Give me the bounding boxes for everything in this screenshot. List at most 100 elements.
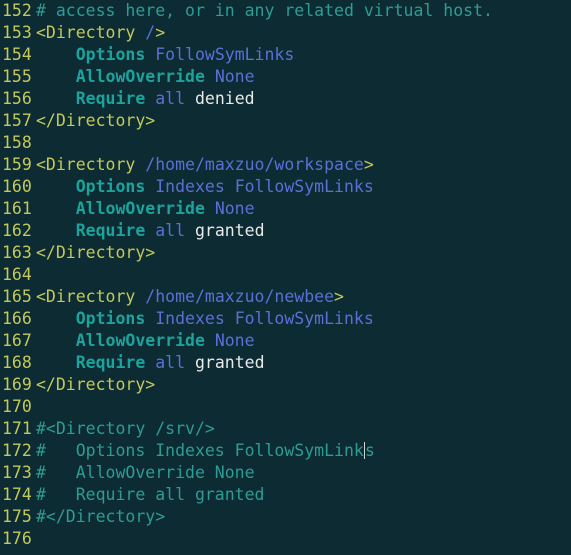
code-line[interactable]: 174 # Require all granted [0, 484, 571, 506]
line-number: 159 [2, 155, 32, 174]
code-token-directive: Options [36, 309, 156, 328]
code-line-content: <Directory /home/maxzuo/workspace> [36, 155, 374, 174]
line-number: 160 [2, 177, 32, 196]
code-line-content: # AllowOverride None [36, 463, 255, 482]
code-token-value: None [214, 331, 255, 350]
code-token-value: Indexes FollowSymLinks [155, 177, 374, 196]
code-line[interactable]: 166 Options Indexes FollowSymLinks [0, 308, 571, 330]
code-line[interactable]: 153 <Directory /> [0, 22, 571, 44]
code-token-directive: Require [36, 89, 156, 108]
code-line[interactable]: 165 <Directory /home/maxzuo/newbee> [0, 286, 571, 308]
code-line-content: AllowOverride None [36, 199, 255, 218]
code-line-content: # Require all granted [36, 485, 264, 504]
code-line-content: <Directory /> [36, 23, 165, 42]
line-number: 155 [2, 67, 32, 86]
line-number: 165 [2, 287, 32, 306]
line-number: 154 [2, 45, 32, 64]
code-line[interactable]: 176 [0, 528, 571, 550]
code-line[interactable]: 162 Require all granted [0, 220, 571, 242]
code-line[interactable]: 168 Require all granted [0, 352, 571, 374]
code-token-comment: #</Directory> [36, 507, 166, 526]
code-line[interactable]: 173 # AllowOverride None [0, 462, 571, 484]
line-number: 162 [2, 221, 32, 240]
code-line-content: # access here, or in any related virtual… [36, 1, 493, 20]
code-token-tag: <Directory [36, 155, 146, 174]
code-token-comment: #<Directory /srv/> [36, 419, 215, 438]
code-line-content: Options FollowSymLinks [36, 45, 295, 64]
line-number: 168 [2, 353, 32, 372]
code-token-path: /home/maxzuo/workspace [145, 155, 364, 174]
line-number: 174 [2, 485, 32, 504]
code-line-content: </Directory> [36, 111, 155, 130]
code-token-value: None [214, 67, 255, 86]
code-line[interactable]: 169 </Directory> [0, 374, 571, 396]
code-token-tag: </Directory> [36, 243, 156, 262]
code-line[interactable]: 157 </Directory> [0, 110, 571, 132]
code-token-value: all [155, 221, 195, 240]
code-line[interactable]: 164 [0, 264, 571, 286]
code-line[interactable]: 163 </Directory> [0, 242, 571, 264]
code-line-content: Require all denied [36, 89, 255, 108]
code-line-content: </Directory> [36, 243, 155, 262]
code-line[interactable]: 158 [0, 132, 571, 154]
code-token-directive: AllowOverride [36, 67, 215, 86]
code-token-value: Indexes FollowSymLinks [155, 309, 374, 328]
code-line[interactable]: 155 AllowOverride None [0, 66, 571, 88]
code-line-content: Require all granted [36, 221, 265, 240]
code-line[interactable]: 160 Options Indexes FollowSymLinks [0, 176, 571, 198]
line-number: 157 [2, 111, 32, 130]
code-line[interactable]: 170 [0, 396, 571, 418]
line-number: 176 [2, 529, 32, 548]
line-number: 156 [2, 89, 32, 108]
code-token-comment: # Options Indexes FollowSymLink [36, 441, 364, 460]
code-line-content: AllowOverride None [36, 67, 255, 86]
code-token-value: FollowSymLinks [155, 45, 295, 64]
code-token-path: / [145, 23, 156, 42]
code-token-tag: </Directory> [36, 375, 156, 394]
code-token-value: None [214, 199, 255, 218]
line-number: 173 [2, 463, 32, 482]
code-line-content: <Directory /home/maxzuo/newbee> [36, 287, 344, 306]
code-token-directive: Require [36, 353, 156, 372]
code-line-content: Options Indexes FollowSymLinks [36, 309, 374, 328]
code-token-directive: Require [36, 221, 156, 240]
line-number: 163 [2, 243, 32, 262]
code-token-comment: # Require all granted [36, 485, 265, 504]
code-editor-viewport[interactable]: 152 # access here, or in any related virt… [0, 0, 571, 555]
code-line-content: #</Directory> [36, 507, 165, 526]
code-line[interactable]: 175 #</Directory> [0, 506, 571, 528]
code-line[interactable]: 154 Options FollowSymLinks [0, 44, 571, 66]
code-line[interactable]: 156 Require all denied [0, 88, 571, 110]
code-token-plain: denied [194, 89, 255, 108]
code-token-directive: AllowOverride [36, 331, 215, 350]
code-line[interactable]: 167 AllowOverride None [0, 330, 571, 352]
code-line-content: #<Directory /srv/> [36, 419, 215, 438]
code-token-path: /home/maxzuo/newbee [145, 287, 335, 306]
line-number: 153 [2, 23, 32, 42]
code-token-tag: <Directory [36, 287, 146, 306]
code-line[interactable]: 172 # Options Indexes FollowSymLinks [0, 440, 571, 462]
code-token-plain: granted [194, 353, 265, 372]
line-number: 172 [2, 441, 32, 460]
code-token-value: all [155, 353, 195, 372]
line-number: 171 [2, 419, 32, 438]
text-cursor [363, 442, 365, 459]
code-token-comment: # AllowOverride None [36, 463, 255, 482]
code-line[interactable]: 152 # access here, or in any related virt… [0, 0, 571, 22]
line-number: 161 [2, 199, 32, 218]
code-line-content: AllowOverride None [36, 331, 255, 350]
code-line-content: # Options Indexes FollowSymLinks [36, 441, 375, 460]
code-token-directive: Options [36, 177, 156, 196]
line-number: 166 [2, 309, 32, 328]
code-line-content: Options Indexes FollowSymLinks [36, 177, 374, 196]
code-token-comment: s [364, 441, 375, 460]
code-token-directive: Options [36, 45, 156, 64]
code-line[interactable]: 159 <Directory /home/maxzuo/workspace> [0, 154, 571, 176]
code-line[interactable]: 161 AllowOverride None [0, 198, 571, 220]
code-token-tag: </Directory> [36, 111, 156, 130]
line-number: 164 [2, 265, 32, 284]
code-line-content: </Directory> [36, 375, 155, 394]
line-number: 167 [2, 331, 32, 350]
code-token-directive: AllowOverride [36, 199, 215, 218]
code-line[interactable]: 171 #<Directory /srv/> [0, 418, 571, 440]
